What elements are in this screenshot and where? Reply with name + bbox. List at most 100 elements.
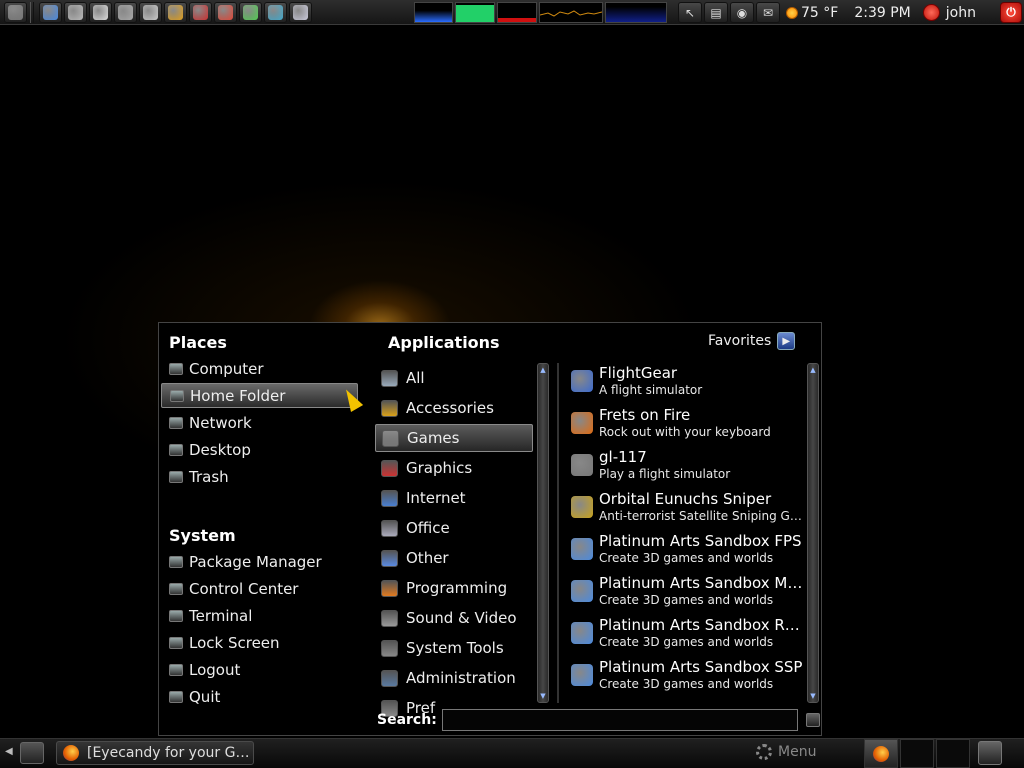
sandbox-icon <box>571 538 593 560</box>
app-text: gl-117 Play a flight simulator <box>599 449 804 482</box>
app-name: Platinum Arts Sandbox RPG <box>599 616 804 634</box>
app-text: Platinum Arts Sandbox Mov… Create 3D game… <box>599 575 804 608</box>
app-item[interactable]: Frets on Fire Rock out with your keyboard <box>571 402 809 444</box>
user-status-icon <box>922 4 940 21</box>
app-item[interactable]: Super Tux <box>571 696 809 705</box>
app-name: Platinum Arts Sandbox SSP <box>599 658 803 676</box>
indicator-area: ↖ ▤ ◉ ✉ 75 °F 2:39 PM john <box>678 0 976 25</box>
power-button[interactable]: ⏻ <box>1000 2 1022 23</box>
launcher-mail[interactable] <box>64 1 87 23</box>
launcher-chat[interactable] <box>264 1 287 23</box>
sun-icon <box>786 6 798 19</box>
launcher-browser[interactable] <box>39 1 62 23</box>
app-item[interactable]: Platinum Arts Sandbox Mov… Create 3D game… <box>571 570 809 612</box>
text-editor-icon <box>143 4 158 20</box>
app-item[interactable]: Platinum Arts Sandbox RPG Create 3D games… <box>571 612 809 654</box>
application-scrollbar[interactable]: ▲ ▼ <box>807 363 819 703</box>
sandbox-icon <box>571 622 593 644</box>
menu-button[interactable]: Menu <box>756 744 816 760</box>
network-monitor[interactable] <box>497 2 537 23</box>
sandbox-icon <box>571 664 593 686</box>
screenshot-tray-button[interactable]: ◉ <box>730 2 754 23</box>
search-input[interactable] <box>441 709 798 731</box>
workspace-2[interactable] <box>900 739 934 768</box>
app-text: FlightGear A flight simulator <box>599 365 804 398</box>
photo-icon <box>118 4 133 20</box>
network-tray-button[interactable]: ▤ <box>704 2 728 23</box>
app-description: Play a flight simulator <box>599 466 731 481</box>
game-icon <box>193 4 208 20</box>
mail-icon <box>68 4 83 20</box>
orbital-eunuchs-icon <box>571 496 593 518</box>
launcher-text-editor[interactable] <box>139 1 162 23</box>
clock[interactable]: 2:39 PM <box>854 5 910 21</box>
app-name: Orbital Eunuchs Sniper <box>599 490 772 508</box>
disk-monitor[interactable] <box>605 2 667 23</box>
app-description: Create 3D games and worlds <box>599 676 774 691</box>
cursor-tray-button[interactable]: ↖ <box>678 2 702 23</box>
cpu-monitor[interactable] <box>414 2 453 23</box>
app-name: Frets on Fire <box>599 406 691 424</box>
launcher-editor[interactable] <box>89 1 112 23</box>
app-text: Orbital Eunuchs Sniper Anti-terrorist Sat… <box>599 491 804 524</box>
launcher-pointer[interactable] <box>289 1 312 23</box>
panel-left-arrow-icon[interactable]: ◀ <box>5 746 13 757</box>
launcher-pidgin[interactable] <box>164 1 187 23</box>
main-menu-window: Places Computer Home Folder Network Desktop… <box>158 322 822 736</box>
app-description: Create 3D games and worlds <box>599 592 774 607</box>
workspace-3[interactable] <box>936 739 970 768</box>
app-item[interactable]: FlightGear A flight simulator <box>571 360 809 402</box>
app-name: Platinum Arts Sandbox Mov… <box>599 574 804 592</box>
application-list: FlightGear A flight simulator Frets on Fir… <box>159 323 823 705</box>
launcher-ems[interactable] <box>4 1 27 23</box>
app-item[interactable]: Platinum Arts Sandbox FPS Create 3D games… <box>571 528 809 570</box>
app-description: Anti-terrorist Satellite Sniping Ga… <box>599 508 804 523</box>
media-player-icon <box>218 4 233 20</box>
browser-icon <box>43 4 58 20</box>
chat-icon <box>268 4 283 20</box>
app-item[interactable]: Orbital Eunuchs Sniper Anti-terrorist Sat… <box>571 486 809 528</box>
app-name: gl-117 <box>599 448 647 466</box>
app-text: Platinum Arts Sandbox RPG Create 3D games… <box>599 617 804 650</box>
weather-applet[interactable]: 75 °F <box>786 5 838 21</box>
app-description: Create 3D games and worlds <box>599 550 774 565</box>
app-text: Frets on Fire Rock out with your keyboard <box>599 407 804 440</box>
mail-tray-button[interactable]: ✉ <box>756 2 780 23</box>
search-label: Search: <box>377 712 437 728</box>
bottom-panel: ◀ [Eyecandy for your G… Menu <box>0 738 1024 768</box>
cursor-icon: ↖ <box>684 5 696 20</box>
frets-on-fire-icon <box>571 412 593 434</box>
app-description: A flight simulator <box>599 382 703 397</box>
network-icon: ▤ <box>710 5 722 20</box>
weather-temperature: 75 °F <box>801 4 839 21</box>
search-go-icon[interactable] <box>805 713 820 727</box>
workspace-1[interactable] <box>864 739 898 768</box>
memory-monitor[interactable] <box>455 2 495 23</box>
sandbox-icon <box>571 580 593 602</box>
trash-button[interactable] <box>978 741 1002 765</box>
load-monitor[interactable] <box>539 2 603 23</box>
user-menu[interactable]: john <box>922 4 976 21</box>
pidgin-icon <box>168 4 183 20</box>
launcher-game[interactable] <box>189 1 212 23</box>
user-name: john <box>945 4 976 21</box>
firefox-icon <box>63 745 79 761</box>
search-row: Search: <box>377 709 820 731</box>
app-item[interactable]: Platinum Arts Sandbox SSP Create 3D games… <box>571 654 809 696</box>
app-description: Rock out with your keyboard <box>599 424 771 439</box>
help-icon <box>243 4 258 20</box>
taskbar-window-button[interactable]: [Eyecandy for your G… <box>56 741 254 765</box>
launcher-media-player[interactable] <box>214 1 237 23</box>
show-desktop-button[interactable] <box>20 742 44 764</box>
flightgear-icon <box>571 370 593 392</box>
panel-separator <box>30 1 34 23</box>
launcher-photo[interactable] <box>114 1 137 23</box>
ems-icon <box>8 4 23 20</box>
scroll-down-icon[interactable]: ▼ <box>809 692 817 700</box>
pointer-icon <box>293 4 308 20</box>
menu-button-label: Menu <box>778 744 817 760</box>
app-item[interactable]: gl-117 Play a flight simulator <box>571 444 809 486</box>
scroll-up-icon[interactable]: ▲ <box>809 366 817 374</box>
launcher-help[interactable] <box>239 1 262 23</box>
taskbar-window-title: [Eyecandy for your G… <box>87 745 250 761</box>
